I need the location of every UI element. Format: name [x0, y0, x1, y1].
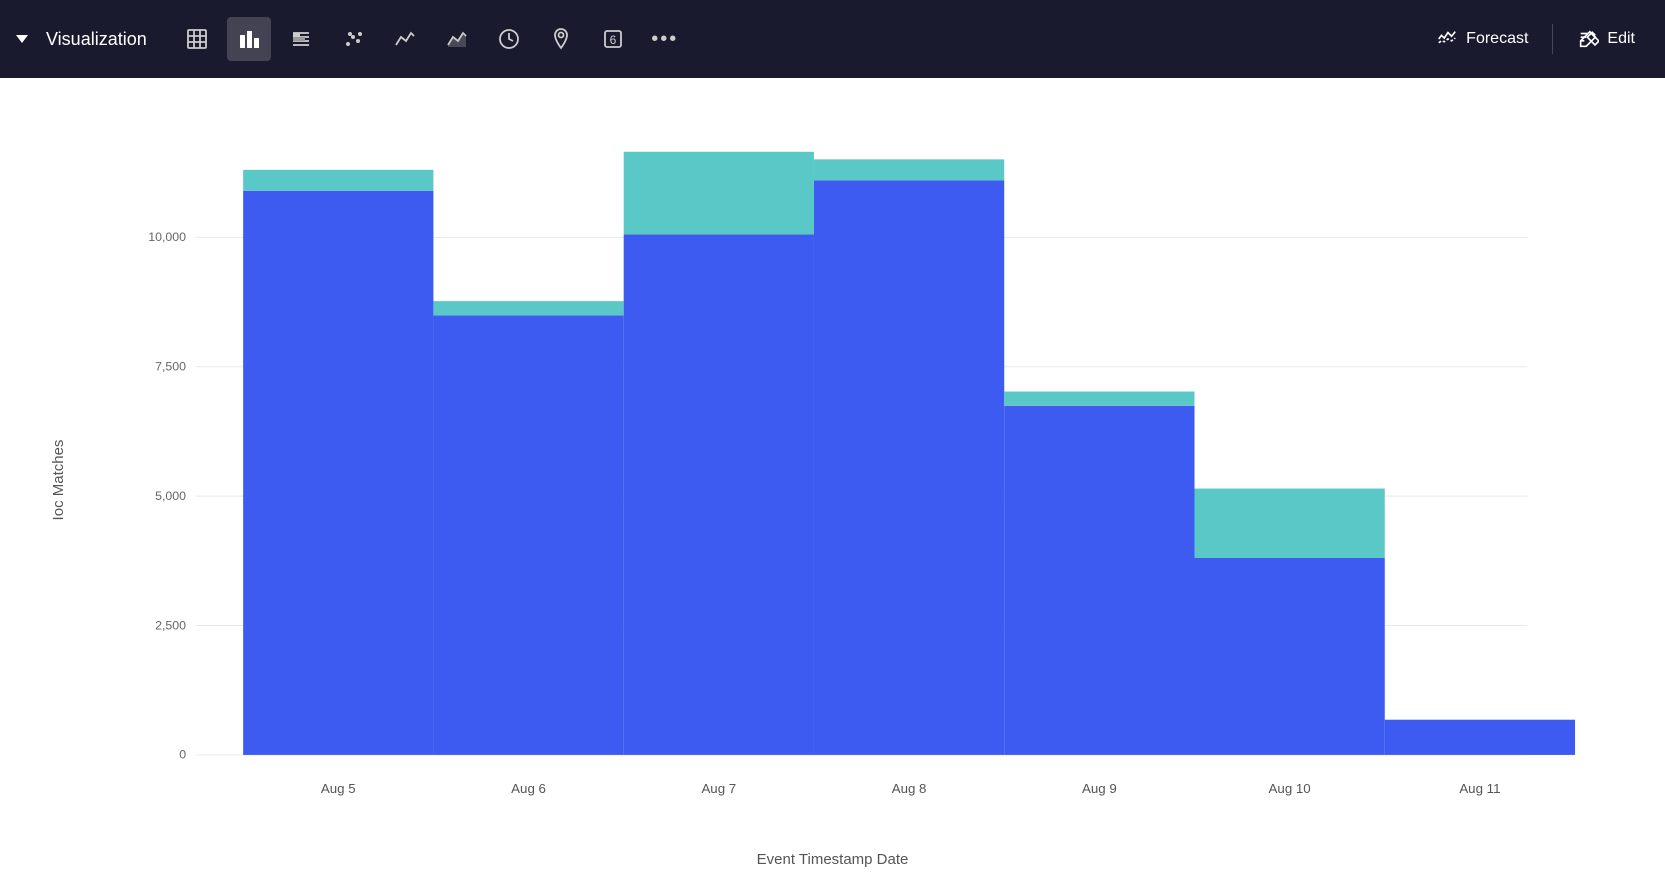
bar-aug9-blue — [1004, 406, 1194, 755]
bar-aug5-blue — [243, 191, 433, 755]
x-axis-label: Event Timestamp Date — [757, 851, 909, 868]
bar-aug7-blue — [624, 235, 814, 755]
y-axis-label: Ioc Matches — [50, 440, 67, 521]
edit-label: Edit — [1607, 30, 1635, 48]
bar-aug9-teal — [1004, 392, 1194, 406]
x-tick-aug9: Aug 9 — [1082, 781, 1117, 796]
table-icon-btn[interactable] — [175, 17, 219, 61]
line-chart-icon-btn[interactable] — [383, 17, 427, 61]
bar-chart-svg: 0 2,500 5,000 7,500 10,000 — [80, 108, 1605, 812]
y-tick-2500: 2,500 — [155, 618, 186, 632]
forecast-button[interactable]: Forecast — [1422, 20, 1542, 58]
y-tick-5000: 5,000 — [155, 489, 186, 503]
y-tick-10000: 10,000 — [148, 230, 186, 244]
bar-aug10-blue — [1195, 558, 1385, 755]
collapse-icon[interactable] — [16, 35, 28, 43]
y-tick-7500: 7,500 — [155, 360, 186, 374]
bar-aug10-teal — [1195, 489, 1385, 558]
more-dots: ••• — [651, 28, 678, 51]
clock-icon-btn[interactable] — [487, 17, 531, 61]
stacked-chart-icon-btn[interactable] — [279, 17, 323, 61]
svg-text:6: 6 — [609, 33, 616, 47]
pin-icon-btn[interactable] — [539, 17, 583, 61]
scatter-icon-btn[interactable] — [331, 17, 375, 61]
bar-aug7-teal — [624, 152, 814, 235]
bar-aug5-teal — [243, 170, 433, 191]
edit-icon — [1577, 28, 1599, 50]
chart-area: 0 2,500 5,000 7,500 10,000 — [80, 108, 1605, 812]
area-chart-icon-btn[interactable] — [435, 17, 479, 61]
x-tick-aug8: Aug 8 — [892, 781, 927, 796]
bar-aug8-blue — [814, 180, 1004, 755]
forecast-label: Forecast — [1466, 30, 1528, 48]
x-tick-aug10: Aug 10 — [1269, 781, 1311, 796]
x-tick-aug5: Aug 5 — [321, 781, 356, 796]
toolbar-right: Forecast Edit — [1422, 20, 1649, 58]
more-icon-btn[interactable]: ••• — [643, 17, 687, 61]
forecast-icon — [1436, 28, 1458, 50]
bar-aug6-blue — [433, 315, 623, 755]
x-tick-aug11: Aug 11 — [1459, 781, 1500, 796]
bar-aug6-teal — [433, 301, 623, 315]
chart-container: Ioc Matches Event Timestamp Date 0 2,500… — [0, 78, 1665, 882]
number-icon-btn[interactable]: 6 — [591, 17, 635, 61]
x-tick-aug7: Aug 7 — [701, 781, 736, 796]
x-tick-aug6: Aug 6 — [511, 781, 546, 796]
toolbar: Visualization — [0, 0, 1665, 78]
toolbar-title: Visualization — [46, 29, 147, 50]
bar-aug11-blue — [1385, 720, 1575, 755]
toolbar-left: Visualization — [16, 17, 1418, 61]
bar-aug8-teal — [814, 159, 1004, 180]
toolbar-divider-right — [1552, 24, 1553, 54]
bar-chart-icon-btn[interactable] — [227, 17, 271, 61]
edit-button[interactable]: Edit — [1563, 20, 1649, 58]
y-tick-0: 0 — [179, 748, 186, 762]
